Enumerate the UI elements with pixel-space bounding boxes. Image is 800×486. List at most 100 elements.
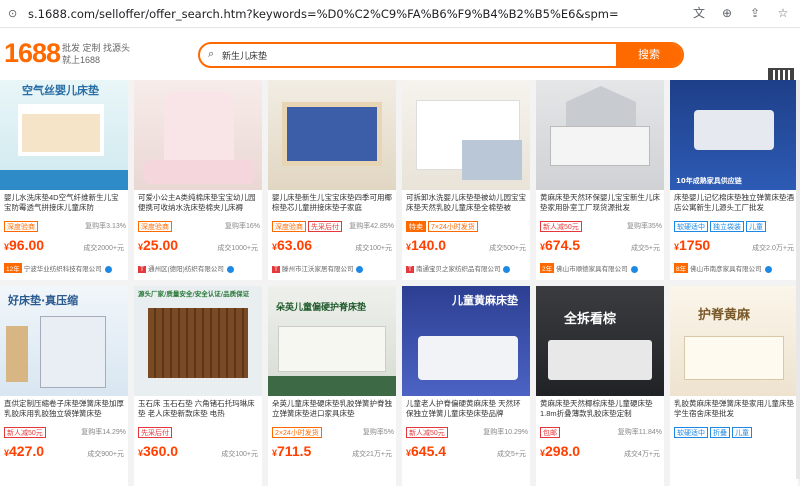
product-card[interactable]: 全拆看棕 黄麻床垫天然椰棕床垫儿童硬床垫1.8m折叠薄款乳胶床垫定制 包邮 复购率… (536, 286, 664, 486)
sales-volume: 成交100+元 (221, 451, 258, 458)
product-card[interactable]: 源头厂家/质量安全/安全认证/品质保证 玉石床 玉石石垫 六角锗石托玛琳床垫 老… (134, 286, 262, 486)
shop-name[interactable]: 2年 佛山市顺德家具有限公司 (540, 263, 660, 273)
tag: 7×24小时发货 (428, 221, 478, 232)
browser-address-bar[interactable]: ⊙ s.1688.com/selloffer/offer_search.htm?… (0, 0, 800, 28)
product-image[interactable] (402, 80, 530, 190)
product-image[interactable] (134, 80, 262, 190)
product-image[interactable]: 好床垫·真压缩 (0, 286, 128, 396)
tag: 特卖 (406, 221, 426, 232)
price: ¥63.06 (272, 237, 313, 253)
price: ¥25.00 (138, 237, 179, 253)
product-image[interactable]: 全拆看棕 (536, 286, 664, 396)
site-logo[interactable]: 1688 (4, 38, 61, 69)
search-button[interactable]: 搜索 (616, 44, 682, 66)
sales-volume: 成交21万+元 (352, 451, 392, 458)
product-title[interactable]: 可爱小公主A类纯棉床垫宝宝幼儿园便携可收纳水洗床垫棉夹儿床褥 (138, 193, 260, 213)
product-image[interactable] (268, 80, 396, 190)
product-title[interactable]: 玉石床 玉石石垫 六角锗石托玛琳床垫 老人床垫新款床垫 电热 (138, 399, 260, 419)
shop-name[interactable]: T 滕州市江沃家居有限公司 (272, 263, 392, 273)
search-input[interactable]: 新生儿床垫 (222, 49, 267, 62)
repurchase-rate: 复购率35% (626, 223, 662, 230)
product-card[interactable]: 空气丝婴儿床垫 婴儿水洗床垫4D空气纤维新生儿宝宝防霉透气拼接床儿童床防 深度验… (0, 80, 128, 280)
tag: 先采后付 (138, 427, 172, 438)
repurchase-rate: 复购率5% (362, 429, 394, 436)
product-card[interactable]: 儿童黄麻床垫 儿童老人护脊偏硬黄麻床垫 天然环保独立弹簧儿童床垫床垫品牌 新人减… (402, 286, 530, 486)
repurchase-rate: 复购率14.29% (81, 429, 126, 436)
product-image[interactable]: 空气丝婴儿床垫 (0, 80, 128, 190)
shop-name[interactable]: 12年 宁波华业纺织科技有限公司 (4, 263, 124, 273)
sales-volume: 成交1000+元 (217, 245, 258, 252)
tag-row: 新人减50元 复购率35% (540, 221, 662, 233)
price: ¥360.0 (138, 443, 179, 459)
product-title[interactable]: 儿童老人护脊偏硬黄麻床垫 天然环保独立弹簧儿童床垫床垫品牌 (406, 399, 528, 419)
product-image[interactable]: 儿童黄麻床垫 (402, 286, 530, 396)
price: ¥674.5 (540, 237, 581, 253)
product-title[interactable]: 黄麻床垫天然椰棕床垫儿童硬床垫1.8m折叠薄款乳胶床垫定制 (540, 399, 662, 419)
product-image[interactable] (536, 80, 664, 190)
product-title[interactable]: 乳胶黄麻床垫弹簧床垫家用儿童床垫学生宿舍床垫批发 (674, 399, 796, 419)
product-card[interactable]: 10年成熟家具供应链 床垫婴儿记忆棉床垫独立弹簧床垫酒店公寓新生儿源头工厂批发 … (670, 80, 798, 280)
tag-row: 软硬适中 折叠 儿童 (674, 427, 796, 439)
image-banner: 护脊黄麻 (698, 308, 751, 323)
translate-icon[interactable]: 文 (690, 4, 708, 22)
tag-row: 深度验商 先采后付 复购率42.85% (272, 221, 394, 233)
price: ¥645.4 (406, 443, 447, 459)
product-title[interactable]: 黄麻床垫天然环保婴儿宝宝新生儿床垫家用卧室工厂现货源批发 (540, 193, 662, 213)
url-text[interactable]: s.1688.com/selloffer/offer_search.htm?ke… (28, 7, 619, 21)
sales-volume: 成交5+元 (631, 245, 660, 252)
product-image[interactable]: 10年成熟家具供应链 (670, 80, 798, 190)
image-banner: 源头厂家/质量安全/安全认证/品质保证 (138, 290, 250, 298)
share-icon[interactable]: ⇪ (746, 4, 764, 22)
zoom-icon[interactable]: ⊕ (718, 4, 736, 22)
product-card[interactable]: 婴儿床垫新生儿宝宝床垫四季可用椰棕垫芯儿童拼接床垫子家庭 深度验商 先采后付 复购率… (268, 80, 396, 280)
tag: 软硬适中 (674, 427, 708, 438)
repurchase-rate: 复购率16% (224, 223, 260, 230)
shop-name[interactable]: 8年 佛山市南彦家具有限公司 (674, 263, 794, 273)
product-title[interactable]: 直供定制压缩卷子床垫弹簧床垫加厚乳胶床用乳胶独立袋弹簧床垫 (4, 399, 126, 419)
tag: 2×24小时发货 (272, 427, 322, 438)
shop-name[interactable]: T 通州区(德阳)纺织有限公司 (138, 263, 258, 273)
repurchase-rate: 复购率10.29% (483, 429, 528, 436)
tag-row: 深度验商 复购率3.13% (4, 221, 126, 233)
page-scrollbar[interactable] (796, 80, 800, 479)
image-banner: 朵英儿童偏硬护脊床垫 (276, 303, 367, 313)
product-card[interactable]: 护脊黄麻 乳胶黄麻床垫弹簧床垫家用儿童床垫学生宿舍床垫批发 软硬适中 折叠 儿童 (670, 286, 798, 486)
site-header: 1688 批发 定制 找源头 就上1688 ⌕ 新生儿床垫 搜索 (0, 28, 800, 94)
wangwang-icon (503, 265, 511, 273)
product-image[interactable]: 源头厂家/质量安全/安全认证/品质保证 (134, 286, 262, 396)
product-card[interactable]: 朵英儿童偏硬护脊床垫 朵英儿童床垫硬床垫乳胶弹簧护脊独立弹簧床垫进口家具床垫 2… (268, 286, 396, 486)
image-banner: 好床垫·真压缩 (8, 294, 79, 307)
tag: 新人减50元 (406, 427, 448, 438)
product-card[interactable]: 黄麻床垫天然环保婴儿宝宝新生儿床垫家用卧室工厂现货源批发 新人减50元 复购率35… (536, 80, 664, 280)
price: ¥96.00 (4, 237, 45, 253)
image-banner: 全拆看棕 (564, 312, 617, 327)
product-card[interactable]: 好床垫·真压缩 直供定制压缩卷子床垫弹簧床垫加厚乳胶床用乳胶独立袋弹簧床垫 新人… (0, 286, 128, 486)
site-info-icon[interactable]: ⊙ (8, 7, 24, 20)
product-title[interactable]: 可拆卸水洗婴儿床垫垫被幼儿园宝宝床垫天然乳胶儿童床垫全棉垫被 (406, 193, 528, 213)
site-slogan: 批发 定制 找源头 就上1688 (62, 43, 131, 65)
tag-row: 先采后付 (138, 427, 260, 439)
product-title[interactable]: 朵英儿童床垫硬床垫乳胶弹簧护脊独立弹簧床垫进口家具床垫 (272, 399, 394, 419)
tag-row: 特卖 7×24小时发货 (406, 221, 528, 233)
tag-row: 新人减50元 复购率10.29% (406, 427, 528, 439)
price: ¥1750 (674, 237, 711, 253)
shop-name[interactable]: T 南通宝贝之家纺织品有限公司 (406, 263, 526, 273)
bookmark-star-icon[interactable]: ☆ (774, 4, 792, 22)
image-banner: 儿童黄麻床垫 (452, 294, 518, 307)
product-card[interactable]: 可爱小公主A类纯棉床垫宝宝幼儿园便携可收纳水洗床垫棉夹儿床褥 深度验商 复购率16… (134, 80, 262, 280)
wangwang-icon (226, 265, 234, 273)
wangwang-icon (630, 265, 638, 273)
image-banner: 10年成熟家具供应链 (676, 177, 742, 185)
product-image[interactable]: 护脊黄麻 (670, 286, 798, 396)
tag: 折叠 (710, 427, 730, 438)
product-card[interactable]: 可拆卸水洗婴儿床垫垫被幼儿园宝宝床垫天然乳胶儿童床垫全棉垫被 特卖 7×24小时发… (402, 80, 530, 280)
product-title[interactable]: 床垫婴儿记忆棉床垫独立弹簧床垫酒店公寓新生儿源头工厂批发 (674, 193, 796, 213)
repurchase-rate: 复购率11.84% (617, 429, 662, 436)
tag-row: 包邮 复购率11.84% (540, 427, 662, 439)
product-image[interactable]: 朵英儿童偏硬护脊床垫 (268, 286, 396, 396)
sales-volume: 成交2000+元 (83, 245, 124, 252)
product-title[interactable]: 婴儿水洗床垫4D空气纤维新生儿宝宝防霉透气拼接床儿童床防 (4, 193, 126, 213)
product-title[interactable]: 婴儿床垫新生儿宝宝床垫四季可用椰棕垫芯儿童拼接床垫子家庭 (272, 193, 394, 213)
tag: 新人减50元 (4, 427, 46, 438)
sales-volume: 成交900+元 (87, 451, 124, 458)
